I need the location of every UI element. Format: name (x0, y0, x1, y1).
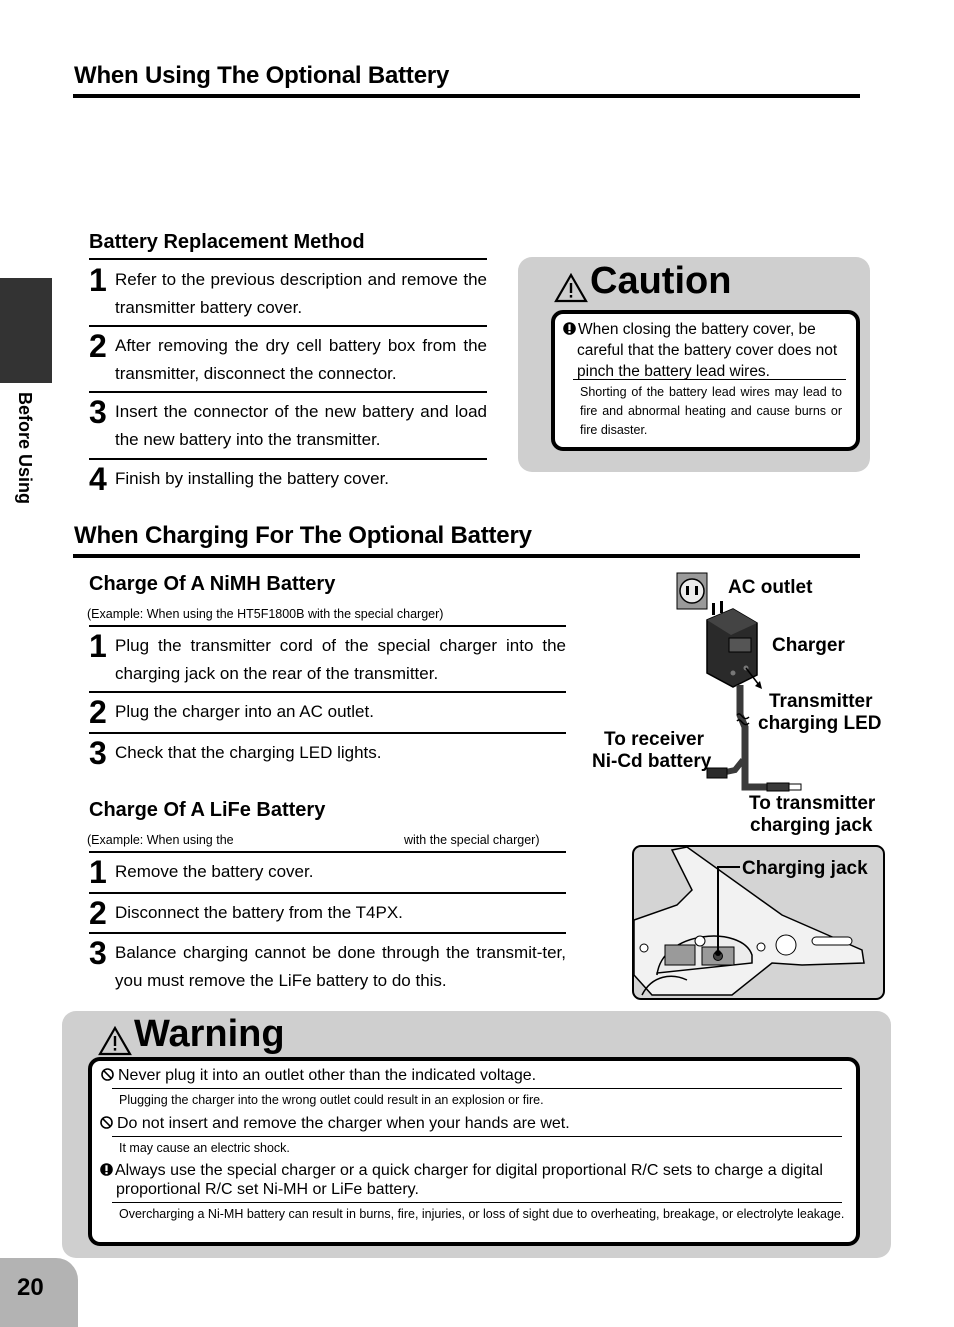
step-text: Check that the charging LED lights. (115, 743, 382, 762)
label-receiver-line1: To receiver (604, 729, 705, 750)
label-charging-jack: Charging jack (742, 858, 868, 879)
warning-item-3-sub: Overcharging a Ni-MH battery can result … (119, 1207, 845, 1221)
caution-heading: Caution (554, 260, 731, 303)
label-tx-jack-line2: charging jack (750, 815, 873, 836)
section-title-charging: When Charging For The Optional Battery (74, 522, 532, 549)
step-number: 2 (89, 328, 107, 364)
warning-title: Warning (134, 1013, 285, 1055)
label-receiver-line2: Ni-Cd battery (592, 751, 712, 772)
section-title-using: When Using The Optional Battery (74, 62, 450, 89)
warning-item-3-main: Always use the special charger or a quic… (100, 1161, 868, 1199)
divider (89, 932, 566, 934)
divider (89, 732, 566, 734)
label-tx-led-line2: charging LED (758, 713, 882, 734)
replacement-step-1: 1 Refer to the previous description and … (89, 262, 487, 322)
divider (89, 258, 487, 260)
charger-icon (706, 601, 762, 689)
divider (112, 1088, 842, 1090)
replacement-step-3: 3 Insert the connector of the new batter… (89, 394, 487, 454)
nimh-step-2: 2 Plug the charger into an AC outlet. (89, 694, 566, 730)
exclamation-icon (100, 1163, 113, 1176)
label-tx-jack-line1: To transmitter (749, 793, 876, 814)
replacement-step-4: 4 Finish by installing the battery cover… (89, 461, 487, 497)
caution-title: Caution (590, 260, 732, 302)
divider (89, 851, 566, 853)
warning-item-2-main: Do not insert and remove the charger whe… (100, 1114, 570, 1133)
life-step-2: 2 Disconnect the battery from the T4PX. (89, 895, 566, 931)
nimh-step-1: 1 Plug the transmitter cord of the speci… (89, 628, 566, 688)
step-text: After removing the dry cell battery box … (115, 336, 487, 383)
caution-sub: Shorting of the battery lead wires may l… (580, 385, 842, 437)
prohibited-icon (101, 1068, 114, 1081)
prohibited-icon (100, 1116, 113, 1129)
life-step-1: 1 Remove the battery cover. (89, 854, 566, 890)
label-charger: Charger (772, 635, 845, 656)
step-number: 3 (89, 394, 107, 430)
step-number: 2 (89, 694, 107, 730)
divider (89, 325, 487, 327)
step-text: Plug the charger into an AC outlet. (115, 702, 374, 721)
nimh-example: (Example: When using the HT5F1800B with … (87, 607, 444, 621)
warning-item-1-sub: Plugging the charger into the wrong outl… (119, 1093, 544, 1107)
warning-item-1-main: Never plug it into an outlet other than … (101, 1066, 536, 1085)
warning-triangle-icon (554, 273, 588, 303)
divider (573, 379, 846, 381)
section-rule (73, 94, 860, 98)
transmitter-illustration: Charging jack (632, 845, 885, 1000)
step-number: 1 (89, 854, 107, 890)
life-example-start: (Example: When using the (87, 833, 234, 847)
life-example-end: with the special charger) (404, 833, 540, 847)
label-ac-outlet: AC outlet (728, 577, 813, 598)
nimh-step-3: 3 Check that the charging LED lights. (89, 735, 566, 771)
label-tx-led-line1: Transmitter (769, 691, 873, 712)
life-title: Charge Of A LiFe Battery (89, 799, 326, 821)
step-text: Remove the battery cover. (115, 862, 314, 881)
section-rule (73, 554, 860, 558)
section-tab-label: Before Using (15, 392, 35, 505)
ac-outlet-icon (676, 572, 708, 610)
step-text: Plug the transmitter cord of the special… (115, 636, 566, 683)
divider (89, 691, 566, 693)
step-number: 1 (89, 262, 107, 298)
divider (112, 1202, 842, 1204)
nimh-title: Charge Of A NiMH Battery (89, 573, 336, 595)
caution-main: When closing the battery cover, be caref… (563, 319, 857, 382)
life-step-3: 3 Balance charging cannot be done throug… (89, 935, 566, 995)
warning-box: Never plug it into an outlet other than … (88, 1057, 860, 1246)
step-number: 3 (89, 935, 107, 971)
step-text: Finish by installing the battery cover. (115, 469, 390, 488)
step-text: Disconnect the battery from the T4PX. (115, 903, 403, 922)
page-number: 20 (17, 1274, 44, 1301)
replacement-step-2: 2 After removing the dry cell battery bo… (89, 328, 487, 388)
divider (89, 625, 566, 627)
divider (89, 458, 487, 460)
warning-item-2-sub: It may cause an electric shock. (119, 1141, 290, 1155)
replacement-title: Battery Replacement Method (89, 231, 365, 253)
exclamation-icon (563, 322, 576, 335)
warning-heading: Warning (98, 1013, 285, 1056)
step-text: Balance charging cannot be done through … (115, 943, 566, 990)
divider (112, 1136, 842, 1138)
step-text: Insert the connector of the new battery … (115, 402, 487, 449)
step-number: 3 (89, 735, 107, 771)
caution-box: When closing the battery cover, be caref… (551, 310, 860, 451)
warning-triangle-icon (98, 1026, 132, 1056)
section-tab-marker (0, 278, 52, 383)
step-text: Refer to the previous description and re… (115, 270, 487, 317)
divider (89, 892, 566, 894)
step-number: 2 (89, 895, 107, 931)
step-number: 1 (89, 628, 107, 664)
step-number: 4 (89, 461, 107, 497)
divider (89, 391, 487, 393)
charger-illustration: AC outlet Charger Transmitter charging L… (592, 572, 882, 836)
